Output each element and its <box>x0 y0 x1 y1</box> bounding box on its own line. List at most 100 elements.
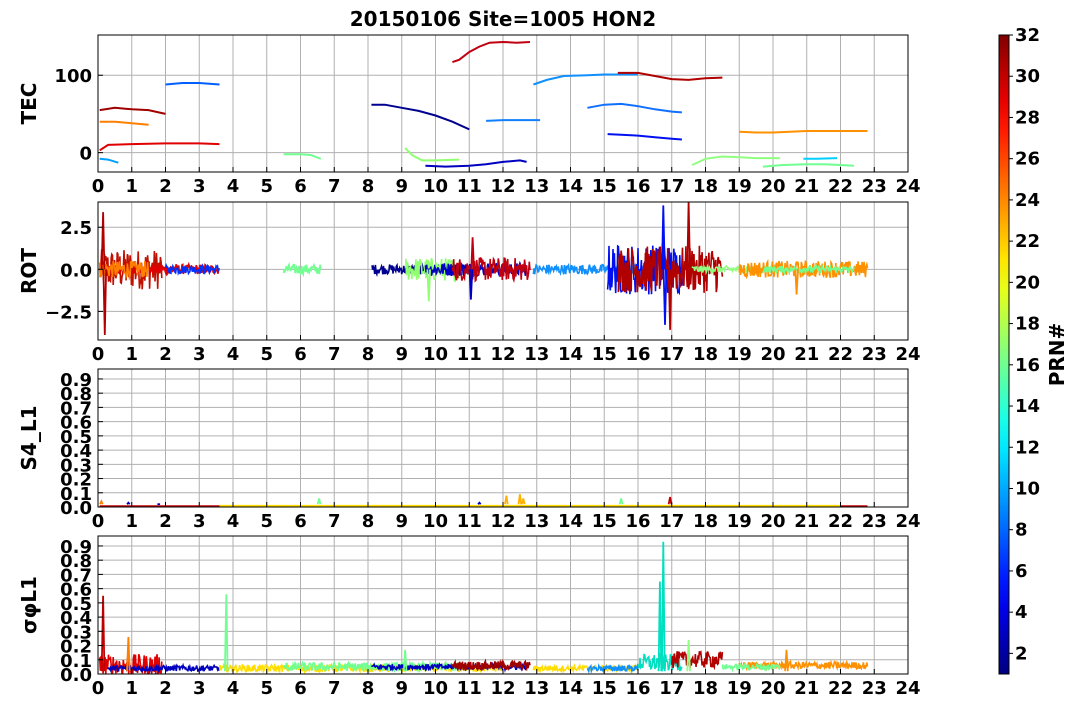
x-tick-label: 16 <box>625 176 650 197</box>
x-tick-label: 6 <box>294 176 307 197</box>
x-tick-label: 8 <box>362 344 375 365</box>
colorbar-tick-label: 18 <box>1015 314 1040 335</box>
x-tick-label: 14 <box>558 344 583 365</box>
panel-3: 0 1 2 3 4 5 6 7 8 9 10 11 12 13 14 15 16 17 18 19 20 21 22 23 24… <box>17 368 921 532</box>
x-tick-label: 3 <box>193 344 206 365</box>
series-line <box>99 106 166 115</box>
colorbar-tick-label: 16 <box>1015 355 1040 376</box>
x-tick-label: 12 <box>490 678 515 699</box>
colorbar: 2468101214161820222426283032PRN# <box>998 25 1069 675</box>
x-tick-label: 10 <box>423 176 448 197</box>
series-line <box>739 130 868 134</box>
x-tick-label: 19 <box>727 678 752 699</box>
x-tick-label: 22 <box>828 176 853 197</box>
x-tick-label: 4 <box>227 511 240 532</box>
x-tick-label: 17 <box>659 678 684 699</box>
x-tick-label: 13 <box>524 176 549 197</box>
x-tick-label: 0 <box>92 511 105 532</box>
x-tick-label: 3 <box>193 176 206 197</box>
series-line <box>425 159 527 168</box>
x-tick-label: 13 <box>524 678 549 699</box>
spike-mark <box>794 269 799 295</box>
x-tick-label: 15 <box>592 176 617 197</box>
x-tick-label: 24 <box>895 511 920 532</box>
x-tick-label: 9 <box>395 176 408 197</box>
x-tick-label: 17 <box>659 511 684 532</box>
x-tick-label: 12 <box>490 511 515 532</box>
colorbar-tick-label: 30 <box>1015 66 1040 87</box>
series-line <box>803 157 838 160</box>
x-tick-label: 15 <box>592 678 617 699</box>
panels-group: 0 1 2 3 4 5 6 7 8 9 10 11 12 13 14 15 16 17 18 19 20 21 22 23 24… <box>17 34 921 699</box>
y-axis-label: TEC <box>17 83 41 125</box>
y-tick-label: 2.5 <box>60 218 92 239</box>
colorbar-tick-label: 8 <box>1015 520 1028 541</box>
x-tick-label: 9 <box>395 344 408 365</box>
x-tick-label: 19 <box>727 176 752 197</box>
panel-4: 0 1 2 3 4 5 6 7 8 9 10 11 12 13 14 15 16 17 18 19 20 21 22 23 24… <box>17 535 921 699</box>
spike-mark <box>784 649 789 672</box>
spike-mark <box>521 498 526 505</box>
x-tick-label: 19 <box>727 511 752 532</box>
y-tick-label: 0.9 <box>60 537 92 558</box>
x-tick-label: 7 <box>328 176 341 197</box>
x-tick-label: 18 <box>693 678 718 699</box>
grid <box>97 35 909 172</box>
colorbar-tick-label: 32 <box>1015 25 1040 46</box>
x-tick-label: 8 <box>362 176 375 197</box>
x-tick-label: 14 <box>558 511 583 532</box>
spike-mark <box>102 269 107 336</box>
x-tick-label: 16 <box>625 344 650 365</box>
x-tick-label: 15 <box>592 511 617 532</box>
plot-area <box>98 202 869 336</box>
spike-mark <box>667 496 673 505</box>
plot-area <box>99 40 868 168</box>
x-tick-label: 22 <box>828 344 853 365</box>
x-tick-label: 22 <box>828 511 853 532</box>
x-tick-label: 14 <box>558 678 583 699</box>
x-tick-label: 10 <box>423 511 448 532</box>
spike-mark <box>126 501 131 505</box>
x-tick-label: 5 <box>260 678 273 699</box>
x-tick-label: 16 <box>625 678 650 699</box>
x-tick-label: 22 <box>828 678 853 699</box>
x-tick-label: 2 <box>159 176 172 197</box>
x-tick-label: 13 <box>524 511 549 532</box>
spike-mark <box>618 498 624 505</box>
x-tick-label: 10 <box>423 678 448 699</box>
x-tick-label: 11 <box>457 678 482 699</box>
spike-mark <box>316 498 322 505</box>
figure-title: 20150106 Site=1005 HON2 <box>350 7 656 31</box>
x-tick-label: 24 <box>895 176 920 197</box>
x-tick-label: 11 <box>457 176 482 197</box>
x-tick-label: 21 <box>794 176 819 197</box>
x-tick-label: 21 <box>794 678 819 699</box>
x-tick-label: 24 <box>895 344 920 365</box>
x-tick-label: 20 <box>760 176 785 197</box>
x-tick-label: 8 <box>362 678 375 699</box>
y-axis-label: σφL1 <box>17 576 41 634</box>
x-tick-label: 20 <box>760 678 785 699</box>
colorbar-tick-label: 2 <box>1015 643 1028 664</box>
panel-2: 0 1 2 3 4 5 6 7 8 9 10 11 12 13 14 15 16 17 18 19 20 21 22 23 24… <box>17 201 921 365</box>
x-tick-label: 2 <box>159 511 172 532</box>
series-line <box>99 120 149 126</box>
colorbar-tick-label: 26 <box>1015 149 1040 170</box>
x-tick-label: 4 <box>227 344 240 365</box>
x-tick-label: 7 <box>328 511 341 532</box>
x-tick-label: 13 <box>524 344 549 365</box>
series-line <box>404 147 460 162</box>
y-tick-label: −2.5 <box>45 302 92 323</box>
series-line <box>283 153 322 160</box>
x-tick-label: 7 <box>328 344 341 365</box>
spike-mark <box>686 639 691 672</box>
x-tick-label: 6 <box>294 344 307 365</box>
y-axis-label: ROT <box>17 248 41 294</box>
panel-1: 0 1 2 3 4 5 6 7 8 9 10 11 12 13 14 15 16 17 18 19 20 21 22 23 24… <box>17 34 921 197</box>
x-tick-label: 23 <box>862 678 887 699</box>
series-line <box>99 157 119 164</box>
x-tick-label: 5 <box>260 344 273 365</box>
x-tick-label: 10 <box>423 344 448 365</box>
colorbar-gradient <box>998 34 1010 675</box>
spike-mark <box>517 494 523 505</box>
